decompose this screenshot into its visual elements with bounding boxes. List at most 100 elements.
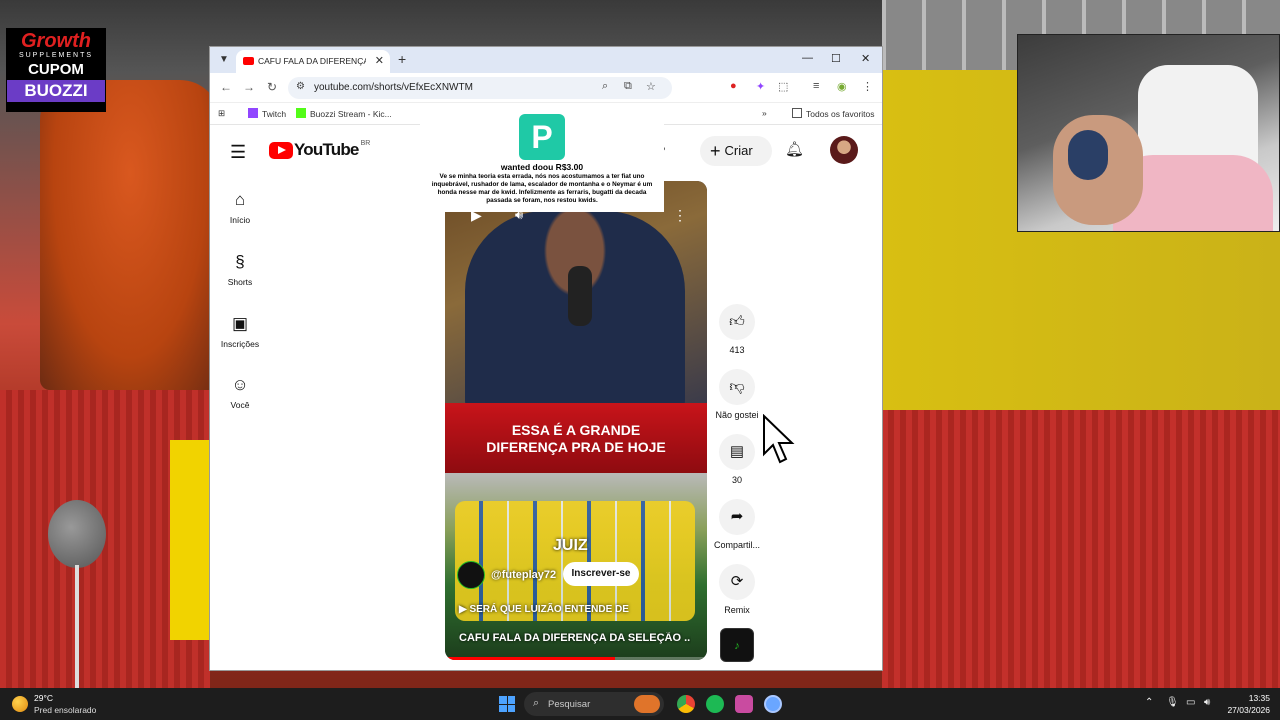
banner-line-1: ESSA É A GRANDE bbox=[511, 422, 641, 438]
maximize-button[interactable]: ☐ bbox=[831, 52, 841, 65]
banner-line-2: DIFERENÇA PRA DE HOJE bbox=[486, 439, 666, 455]
avatar[interactable] bbox=[830, 136, 858, 164]
back-icon[interactable]: ← bbox=[220, 80, 232, 94]
extensions-puzzle-icon[interactable]: ⬚ bbox=[778, 80, 788, 93]
channel-handle[interactable]: @futeplay72 bbox=[491, 569, 556, 581]
sidebar-item-label: Shorts bbox=[227, 277, 253, 287]
weather-description[interactable]: Pred ensolarado bbox=[34, 705, 96, 715]
bookmark-label: Twitch bbox=[262, 109, 287, 119]
close-window-button[interactable]: ✕ bbox=[861, 52, 870, 65]
taskbar-search-label: Pesquisar bbox=[548, 699, 591, 710]
bookmark-label: Todos os favoritos bbox=[806, 109, 875, 119]
dislike-button[interactable]: 👎︎ Não gostei bbox=[710, 369, 764, 420]
like-button[interactable]: 👍︎ 413 bbox=[710, 304, 764, 355]
spotify-icon[interactable] bbox=[706, 695, 724, 713]
all-bookmarks[interactable]: Todos os favoritos bbox=[792, 108, 875, 119]
sponsor-code: BUOZZI bbox=[7, 80, 105, 102]
forward-icon[interactable]: → bbox=[243, 80, 255, 94]
reading-list-icon[interactable]: ≡ bbox=[813, 80, 819, 92]
browser-toolbar: ← → ↻ ⚙ youtube.com/shorts/vEfxEcXNWTM ⌕… bbox=[210, 73, 882, 103]
playlist-link[interactable]: ▶ SERÁ QUE LUIZÃO ENTENDE DE bbox=[459, 604, 629, 615]
home-icon: ⌂ bbox=[234, 190, 246, 209]
weather-sun-icon[interactable] bbox=[12, 696, 28, 712]
url-text: youtube.com/shorts/vEfxEcXNWTM bbox=[314, 82, 473, 93]
profile-icon[interactable]: ◉ bbox=[837, 80, 847, 93]
create-label: Criar bbox=[724, 143, 753, 158]
site-info-icon[interactable]: ⚙ bbox=[296, 81, 305, 92]
comment-count: 30 bbox=[731, 475, 742, 485]
donation-platform-logo: P bbox=[519, 114, 565, 160]
background-mic-stand bbox=[75, 565, 79, 695]
taskbar-search[interactable]: ⌕ Pesquisar bbox=[524, 692, 664, 716]
obs-icon[interactable] bbox=[764, 695, 782, 713]
playlist-title: SERÁ QUE LUIZÃO ENTENDE DE bbox=[469, 604, 629, 615]
weather-temperature[interactable]: 29°C bbox=[34, 693, 53, 703]
bookmark-twitch[interactable]: Twitch bbox=[248, 108, 286, 119]
sidebar-item-shorts[interactable]: § Shorts bbox=[210, 252, 270, 287]
short-title[interactable]: CAFU FALA DA DIFERENÇA DA SELEÇÃO ... bbox=[459, 632, 691, 644]
remix-label: Remix bbox=[724, 605, 750, 615]
channel-avatar[interactable] bbox=[457, 561, 485, 589]
sponsor-brand: Growth bbox=[21, 30, 91, 52]
app-icon[interactable] bbox=[735, 695, 753, 713]
subscribe-button[interactable]: Inscrever-se bbox=[563, 562, 639, 586]
network-icon[interactable]: ▭ bbox=[1186, 697, 1195, 708]
sponsor-brand-sub: SUPPLEMENTS bbox=[18, 52, 94, 59]
volume-icon[interactable]: 🔊︎ bbox=[1204, 697, 1210, 708]
more-options-icon[interactable]: ⋮ bbox=[673, 207, 687, 224]
minimize-button[interactable]: — bbox=[802, 52, 813, 64]
background-microphone bbox=[48, 500, 106, 568]
remix-button[interactable]: ⟳ Remix bbox=[710, 564, 764, 615]
bookmark-buozzi-stream[interactable]: Buozzi Stream - Kic... bbox=[296, 108, 392, 119]
bookmark-label: Buozzi Stream - Kic... bbox=[310, 109, 392, 119]
youtube-play-icon bbox=[269, 141, 293, 159]
sidebar-item-inicio[interactable]: ⌂ Início bbox=[210, 190, 270, 225]
country-code: BR bbox=[360, 140, 371, 147]
clock-time[interactable]: 13:35 bbox=[1240, 693, 1270, 703]
apps-grid-icon[interactable]: ⊞ bbox=[218, 108, 225, 119]
tab-title: CAFU FALA DA DIFERENÇA DA bbox=[258, 56, 366, 66]
sound-channel-thumbnail[interactable]: ♪ bbox=[720, 628, 754, 662]
youtube-logo[interactable]: YouTube BR bbox=[269, 140, 370, 160]
browser-menu-icon[interactable]: ⋮ bbox=[862, 80, 873, 93]
hamburger-menu-icon[interactable]: ☰ bbox=[230, 142, 246, 163]
video-progress-bar[interactable] bbox=[445, 657, 707, 660]
short-video-player[interactable]: ▶ 🔊︎ ⋮ ESSA É A GRANDE DIFERENÇA PRA DE … bbox=[445, 181, 707, 660]
zoom-icon[interactable]: ⌕ bbox=[602, 80, 608, 93]
comments-button[interactable]: ▤ 30 bbox=[710, 434, 764, 485]
bookmark-star-icon[interactable]: ☆ bbox=[646, 80, 656, 93]
notifications-bell-icon[interactable]: 🔔︎ bbox=[785, 140, 804, 158]
donation-sender: wanted doou R$3.00 bbox=[500, 162, 584, 172]
sidebar-item-label: Você bbox=[230, 400, 250, 410]
tab-close-icon[interactable]: ✕ bbox=[375, 54, 384, 67]
tab-search-button[interactable]: ▼ bbox=[216, 52, 232, 68]
thumbs-up-icon: 👍︎ bbox=[719, 304, 755, 340]
plus-icon: + bbox=[710, 141, 721, 161]
reload-icon[interactable]: ↻ bbox=[267, 80, 277, 94]
windows-start-icon[interactable] bbox=[499, 696, 515, 712]
webcam-feed bbox=[1017, 34, 1280, 232]
folder-icon bbox=[792, 108, 802, 118]
dislike-label: Não gostei bbox=[715, 410, 759, 420]
create-button[interactable]: + Criar bbox=[700, 136, 772, 166]
background-led-yellow-strip bbox=[170, 440, 210, 640]
new-tab-button[interactable]: + bbox=[398, 51, 406, 67]
microphone-icon[interactable]: 🎙︎ bbox=[1166, 697, 1179, 708]
tray-chevron-icon[interactable]: ⌃ bbox=[1145, 697, 1153, 708]
active-tab[interactable]: CAFU FALA DA DIFERENÇA DA ✕ bbox=[236, 50, 390, 73]
address-bar[interactable]: ⚙ youtube.com/shorts/vEfxEcXNWTM ⌕ ⧉ ☆ bbox=[288, 77, 672, 99]
sidebar-item-inscricoes[interactable]: ▣ Inscrições bbox=[210, 314, 270, 349]
kick-icon bbox=[296, 108, 306, 118]
sidebar-item-voce[interactable]: ☺ Você bbox=[210, 375, 270, 410]
chrome-icon[interactable] bbox=[677, 695, 695, 713]
clock-date[interactable]: 27/03/2026 bbox=[1220, 705, 1270, 715]
more-bookmarks-icon[interactable]: » bbox=[762, 108, 767, 118]
video-banner: ESSA É A GRANDE DIFERENÇA PRA DE HOJE bbox=[445, 403, 707, 473]
extension-purple-icon[interactable]: ✦ bbox=[756, 80, 765, 93]
share-label: Compartil... bbox=[713, 540, 760, 550]
background-led-board-right bbox=[882, 410, 1280, 690]
share-button[interactable]: ➦ Compartil... bbox=[710, 499, 764, 550]
install-icon[interactable]: ⧉ bbox=[624, 80, 632, 93]
extension-red-icon[interactable]: ● bbox=[730, 80, 737, 92]
donation-message: Ve se minha teoria esta errada, nós nos … bbox=[431, 173, 653, 204]
